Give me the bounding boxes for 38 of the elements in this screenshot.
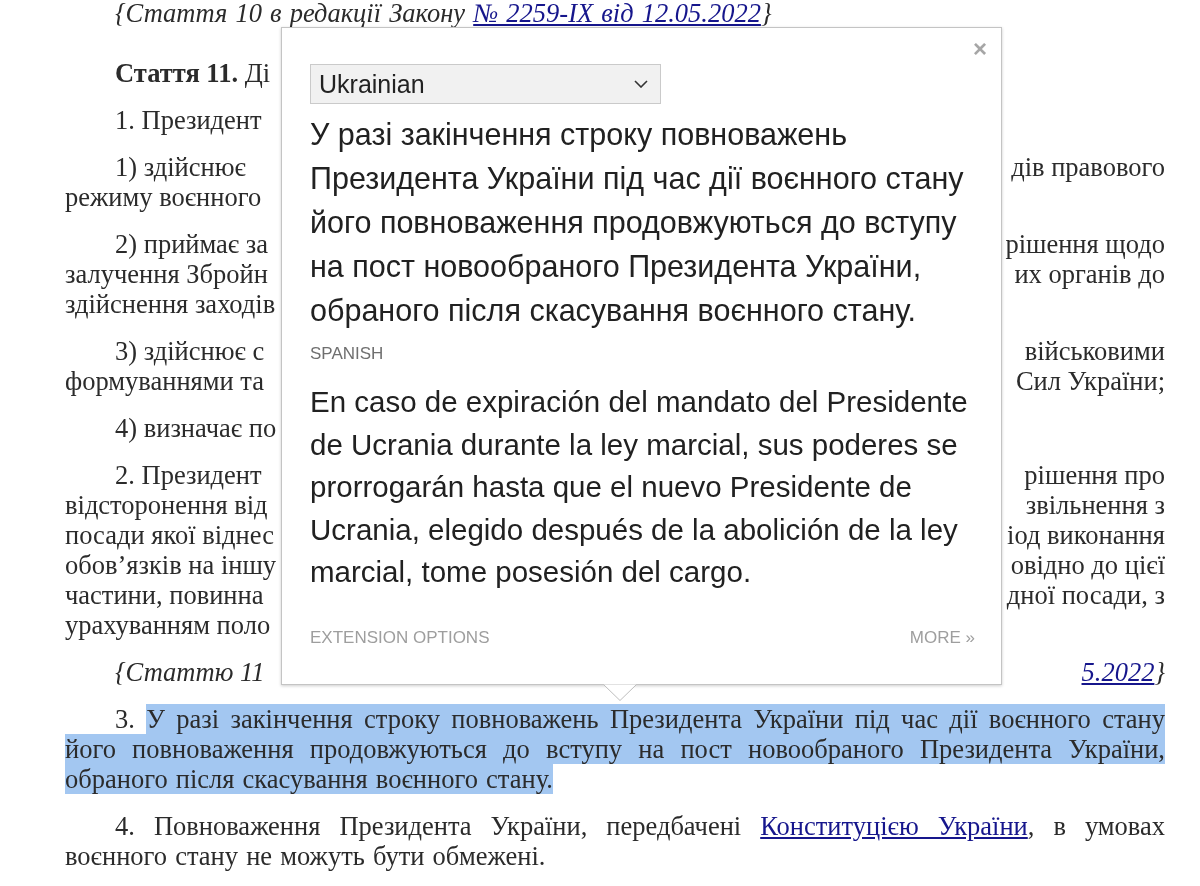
- text-line: 4) визначає по: [115, 413, 277, 443]
- text-line: их органів до: [1014, 259, 1165, 289]
- text-line: овідно до цієї: [1010, 550, 1165, 580]
- text-line: посади якої віднес: [65, 520, 274, 550]
- text-line: здійснення заходів: [65, 289, 276, 319]
- text-line: залучення Збройн: [65, 259, 268, 289]
- target-language-label: SPANISH: [310, 344, 385, 364]
- text-line: звільнення з: [1025, 490, 1165, 520]
- text-line: обов’язків на іншу: [65, 550, 277, 580]
- text-line: 2) приймає за: [115, 229, 269, 259]
- text-line: частини, повинна: [65, 580, 264, 610]
- editorial-note: {Стаття 10 в редакції Закону № 2259-IX від 12.05.2022}: [114, 0, 773, 27]
- text-line: 1) здійснює: [115, 152, 246, 182]
- text-line: 1. Президент: [115, 105, 262, 135]
- law-link[interactable]: Конституцією України: [760, 811, 1028, 841]
- source-text: У разі закінчення строку повноважень Президента України під час дії воєнного стану його повноваження продовжуються до вступу на пост новообраного Президента України, обраного після скасування воєнного стану.: [310, 116, 965, 330]
- chevron-down-icon: [634, 80, 648, 88]
- text-line: військовими: [1024, 336, 1165, 366]
- translated-text: En caso de expiración del mandato del Presidente de Ucrania durante la ley marcial, sus poderes se prorrogarán hasta que el nuevo Presidente de Ucrania, elegido después de la abolición de la ley marcial, tome posesión del cargo.: [310, 384, 969, 590]
- text-line: рішення про: [1024, 460, 1165, 490]
- text-line: Сил України;: [1015, 366, 1165, 396]
- text-line: 2. Президент: [115, 460, 262, 490]
- text-line: Стаття 11. Ді: [115, 58, 271, 88]
- text-line: 3) здійснює с: [115, 336, 265, 366]
- text-line: дів правового: [1011, 152, 1165, 182]
- paragraph: 3. У разі закінчення строку повноважень Президента України під час дії воєнного стану його повноваження продовжуються до вступу на пост новообраного Президента України, обраного після скасування воєнного стану.: [65, 704, 1165, 794]
- paragraph: 4. Повноваження Президента України, передбачені Конституцією України, в умовах воєнного стану не можуть бути обмежені.: [65, 811, 1165, 871]
- text-line: {Статтю 11: [115, 657, 265, 687]
- text-line: формуваннями та: [65, 366, 264, 396]
- text-line: іод виконання: [1007, 520, 1165, 550]
- law-link[interactable]: № 2259-IX від 12.05.2022: [473, 0, 761, 28]
- language-select[interactable]: Ukrainian: [310, 64, 661, 104]
- text-line: режиму воєнного: [65, 182, 262, 212]
- text-line: дної посади, з: [1006, 580, 1165, 610]
- text-line: урахуванням поло: [65, 610, 271, 640]
- text-line: 5.2022}: [1081, 657, 1165, 687]
- text-line: відсторонення від: [65, 490, 268, 520]
- text-line: рішення щодо: [1005, 229, 1165, 259]
